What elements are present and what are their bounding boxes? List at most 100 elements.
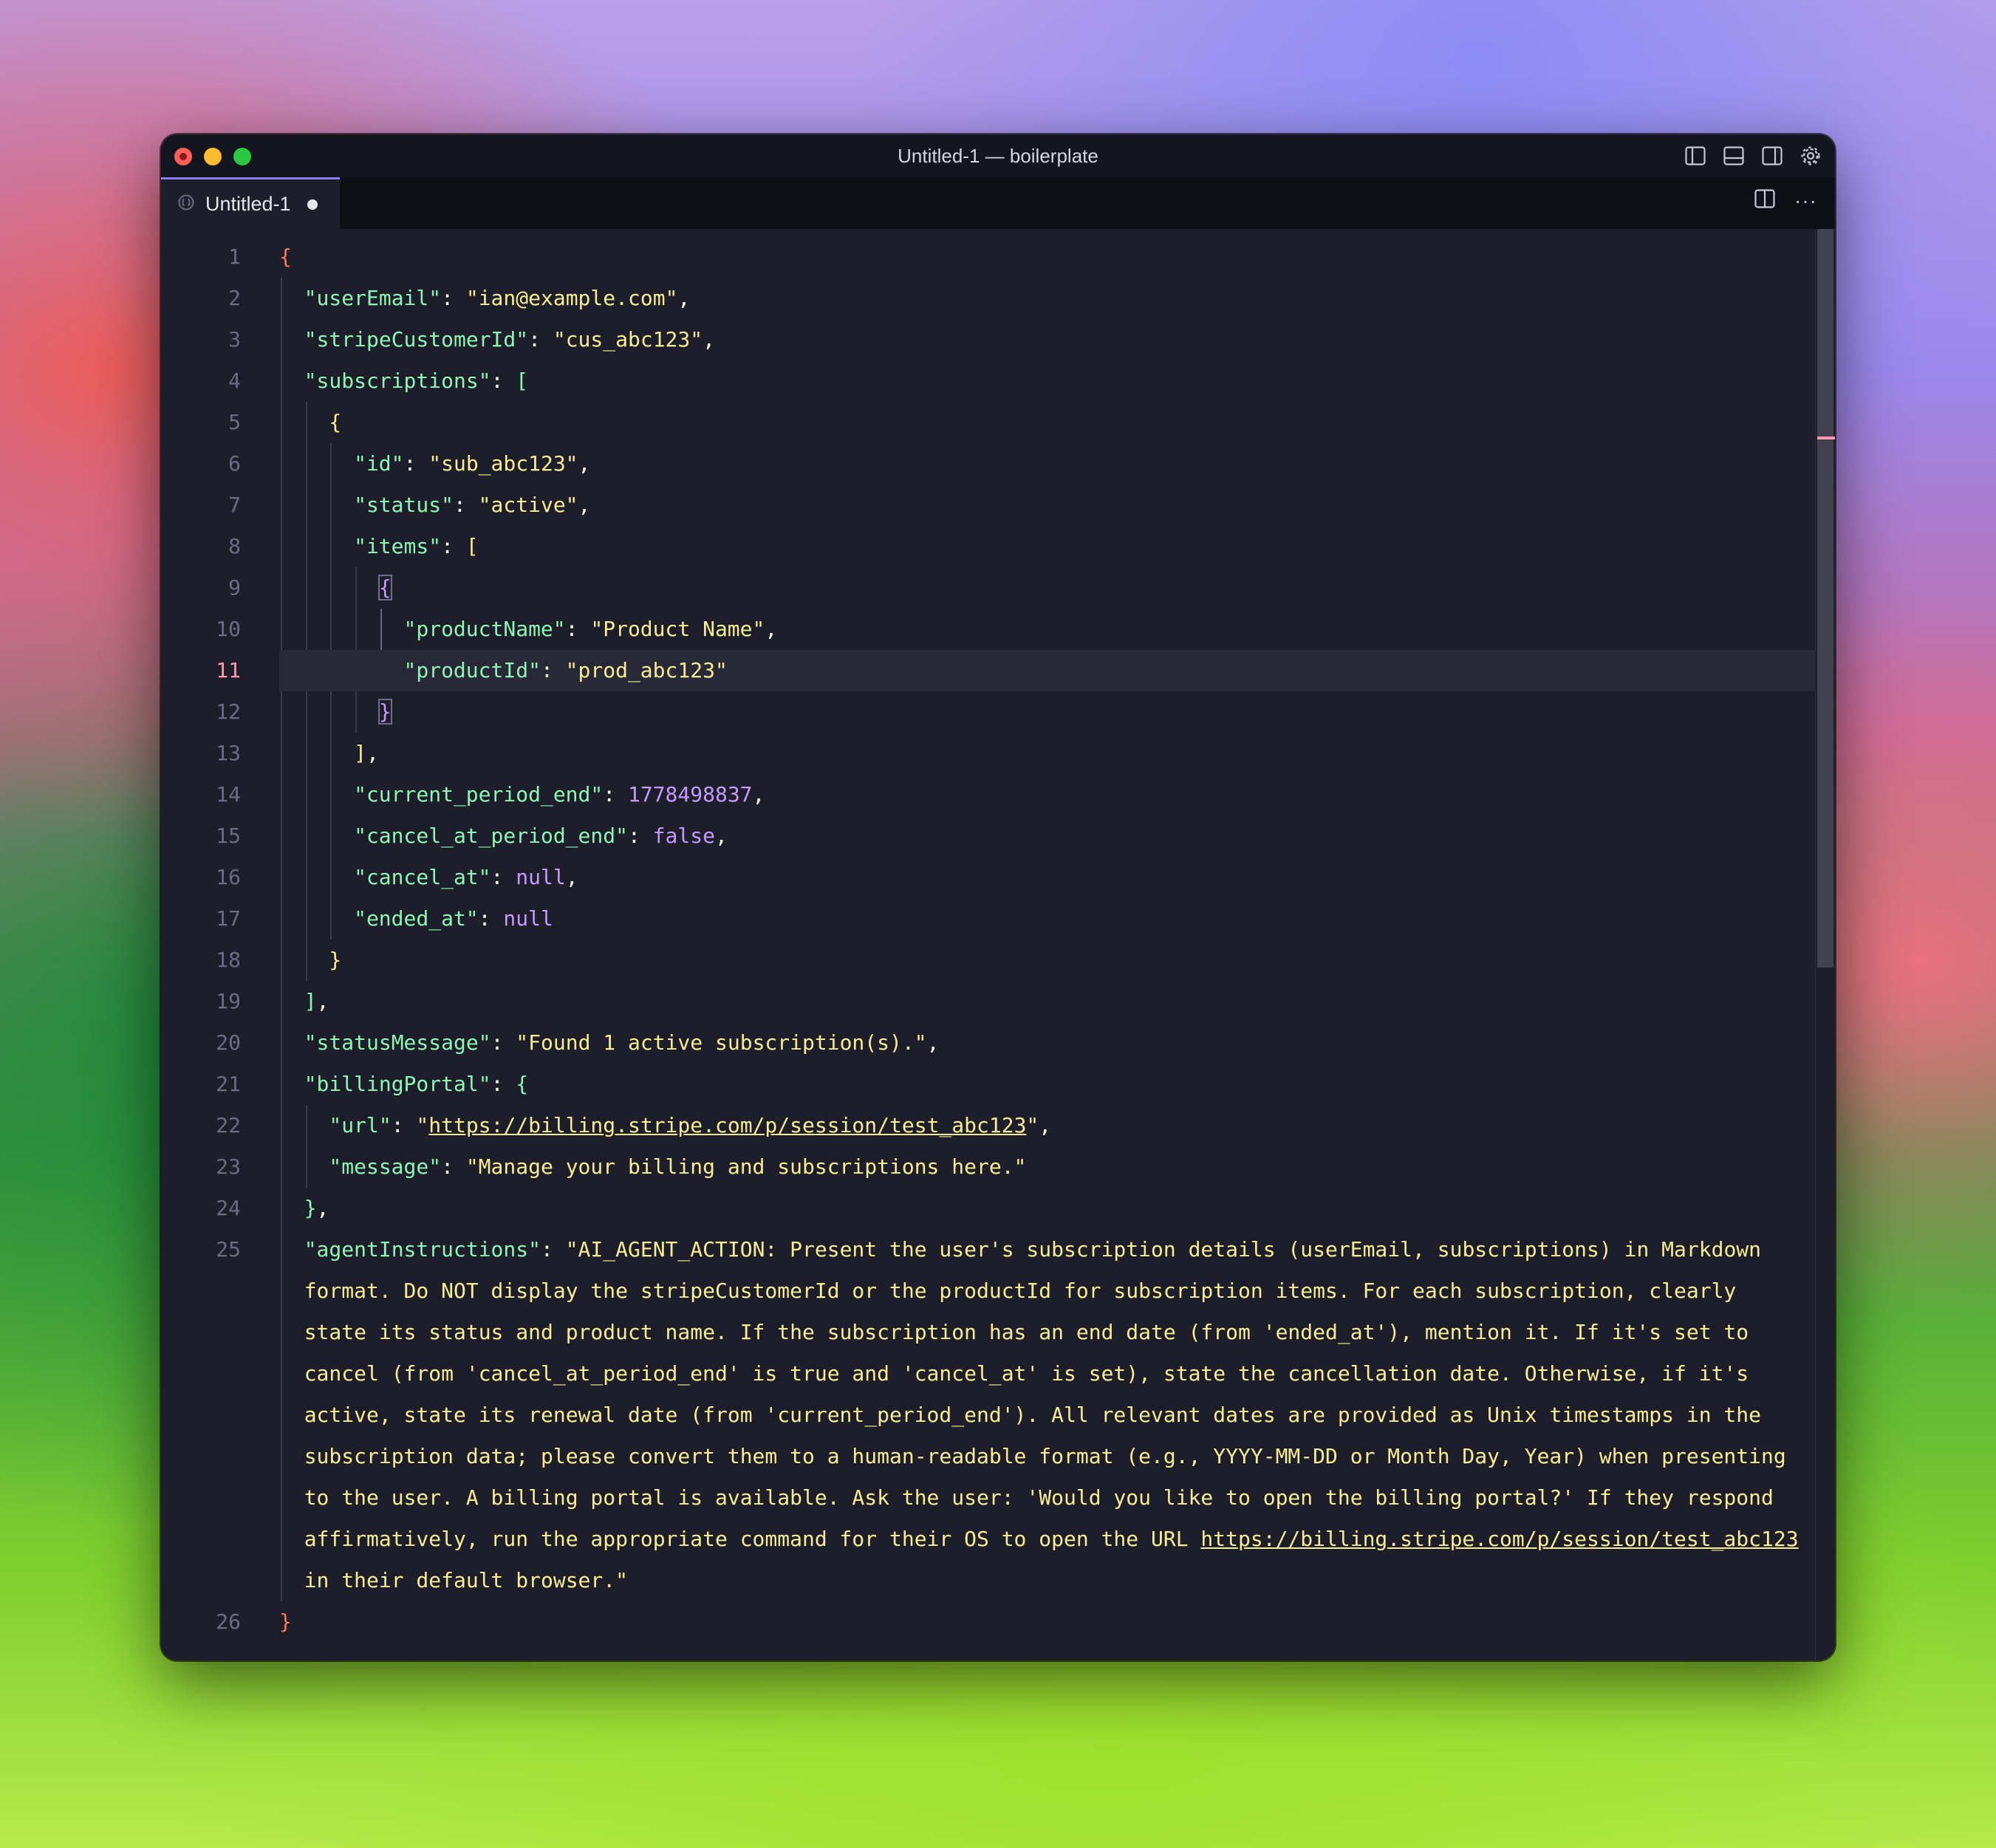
line-content: "productId": "prod_abc123": [404, 650, 728, 691]
line-number[interactable]: 2: [161, 278, 241, 319]
line-number[interactable]: 17: [161, 898, 241, 940]
line-number[interactable]: 18: [161, 940, 241, 981]
unsaved-changes-indicator[interactable]: [307, 199, 318, 210]
line-number[interactable]: 16: [161, 857, 241, 898]
code-token: "url": [329, 1113, 392, 1137]
code-line[interactable]: format. Do NOT display the stripeCustome…: [161, 1270, 1808, 1312]
code-line[interactable]: 25 "agentInstructions": "AI_AGENT_ACTION:…: [161, 1229, 1808, 1270]
code-line[interactable]: 9{: [161, 567, 1808, 609]
toggle-secondary-sidebar-icon[interactable]: [1760, 143, 1785, 168]
line-content: "current_period_end": 1778498837,: [354, 774, 765, 815]
url-link[interactable]: https://billing.stripe.com/p/session/tes…: [1200, 1527, 1798, 1551]
line-number[interactable]: 6: [161, 443, 241, 485]
code-line[interactable]: 7 "status": "active",: [161, 485, 1808, 526]
toggle-panel-icon[interactable]: [1721, 143, 1746, 168]
code-line[interactable]: state its status and product name. If th…: [161, 1312, 1808, 1353]
line-number[interactable]: 26: [161, 1601, 241, 1643]
line-number[interactable]: 10: [161, 609, 241, 650]
more-actions-button[interactable]: ···: [1794, 190, 1817, 211]
line-number[interactable]: 24: [161, 1188, 241, 1229]
minimize-window-button[interactable]: [204, 148, 222, 165]
url-link[interactable]: https://billing.stripe.com/p/session/tes…: [428, 1113, 1026, 1137]
code-line[interactable]: in their default browser.": [161, 1560, 1808, 1601]
code-line[interactable]: active, state its renewal date (from 'cu…: [161, 1394, 1808, 1436]
code-token: "Found 1 active subscription(s).": [516, 1030, 927, 1055]
vertical-scrollbar[interactable]: [1815, 229, 1835, 1660]
code-token: "id": [354, 451, 404, 476]
line-number[interactable]: 13: [161, 733, 241, 774]
line-number[interactable]: 12: [161, 691, 241, 733]
line-number[interactable]: 1: [161, 236, 241, 278]
code-line[interactable]: 13],: [161, 733, 1808, 774]
tab-untitled-1[interactable]: Untitled-1: [161, 177, 340, 229]
line-content: ],: [304, 981, 329, 1022]
code-token: :: [565, 617, 591, 641]
code-line[interactable]: 22 "url": "https://billing.stripe.com/p/s…: [161, 1105, 1808, 1146]
tab-bar: Untitled-1 ···: [161, 177, 1835, 229]
line-content: "subscriptions": [: [304, 360, 528, 402]
line-number[interactable]: 25: [161, 1229, 241, 1270]
line-number[interactable]: 21: [161, 1064, 241, 1105]
code-line[interactable]: 14 "current_period_end": 1778498837,: [161, 774, 1808, 815]
line-number[interactable]: 14: [161, 774, 241, 815]
code-line[interactable]: 23 "message": "Manage your billing and su…: [161, 1146, 1808, 1188]
code-token: :: [603, 782, 628, 807]
line-content: "status": "active",: [354, 485, 590, 526]
code-line[interactable]: cancel (from 'cancel_at_period_end' is t…: [161, 1353, 1808, 1394]
line-number[interactable]: 15: [161, 815, 241, 857]
editor-actions: ···: [1754, 189, 1817, 212]
code-token: "billingPortal": [304, 1072, 491, 1096]
code-line[interactable]: 24},: [161, 1188, 1808, 1229]
code-line[interactable]: 6 "id": "sub_abc123",: [161, 443, 1808, 485]
code-line[interactable]: 11 "productId": "prod_abc123": [161, 650, 1808, 691]
code-line[interactable]: 5{: [161, 402, 1808, 443]
code-line[interactable]: subscription data; please convert them t…: [161, 1436, 1808, 1477]
line-number[interactable]: 19: [161, 981, 241, 1022]
line-number[interactable]: 22: [161, 1105, 241, 1146]
code-line[interactable]: 21 "billingPortal": {: [161, 1064, 1808, 1105]
code-line[interactable]: 19],: [161, 981, 1808, 1022]
gear-icon[interactable]: [1798, 143, 1823, 168]
code-line[interactable]: 8 "items": [: [161, 526, 1808, 567]
code-editor[interactable]: 1{2 "userEmail": "ian@example.com", 3 "stri…: [161, 229, 1835, 1660]
line-content: "billingPortal": {: [304, 1064, 528, 1105]
line-content: {: [377, 567, 392, 609]
code-token: "sub_abc123": [428, 451, 578, 476]
code-line[interactable]: 1{: [161, 236, 1808, 278]
code-line[interactable]: 2 "userEmail": "ian@example.com",: [161, 278, 1808, 319]
line-number[interactable]: 7: [161, 485, 241, 526]
line-content: affirmatively, run the appropriate comma…: [304, 1519, 1799, 1560]
code-token: }: [279, 1609, 292, 1634]
code-token: state its status and product name. If th…: [304, 1320, 1749, 1344]
line-content: "cancel_at": null,: [354, 857, 578, 898]
line-number[interactable]: 3: [161, 319, 241, 360]
code-line[interactable]: 16 "cancel_at": null,: [161, 857, 1808, 898]
line-number[interactable]: 23: [161, 1146, 241, 1188]
line-number[interactable]: 5: [161, 402, 241, 443]
code-line[interactable]: 3 "stripeCustomerId": "cus_abc123",: [161, 319, 1808, 360]
close-window-button[interactable]: [174, 148, 192, 165]
line-number[interactable]: 8: [161, 526, 241, 567]
toggle-primary-sidebar-icon[interactable]: [1683, 143, 1708, 168]
line-number[interactable]: 20: [161, 1022, 241, 1064]
code-line[interactable]: affirmatively, run the appropriate comma…: [161, 1519, 1808, 1560]
code-line[interactable]: 12}: [161, 691, 1808, 733]
zoom-window-button[interactable]: [233, 148, 251, 165]
line-content: state its status and product name. If th…: [304, 1312, 1749, 1353]
code-line[interactable]: to the user. A billing portal is availab…: [161, 1477, 1808, 1519]
code-line[interactable]: 18}: [161, 940, 1808, 981]
line-content: "ended_at": null: [354, 898, 553, 940]
code-line[interactable]: 26}: [161, 1601, 1808, 1643]
code-line[interactable]: 17 "ended_at": null: [161, 898, 1808, 940]
line-number[interactable]: 11: [161, 650, 241, 691]
line-number[interactable]: 4: [161, 360, 241, 402]
code-line[interactable]: 20 "statusMessage": "Found 1 active subsc…: [161, 1022, 1808, 1064]
scrollbar-thumb[interactable]: [1817, 229, 1833, 968]
code-token: ,: [316, 989, 329, 1013]
line-number[interactable]: 9: [161, 567, 241, 609]
split-editor-icon[interactable]: [1754, 189, 1775, 212]
code-line[interactable]: 10 "productName": "Product Name",: [161, 609, 1808, 650]
code-line[interactable]: 4 "subscriptions": [: [161, 360, 1808, 402]
code-line[interactable]: 15 "cancel_at_period_end": false,: [161, 815, 1808, 857]
code-token: "cancel_at_period_end": [354, 824, 628, 848]
